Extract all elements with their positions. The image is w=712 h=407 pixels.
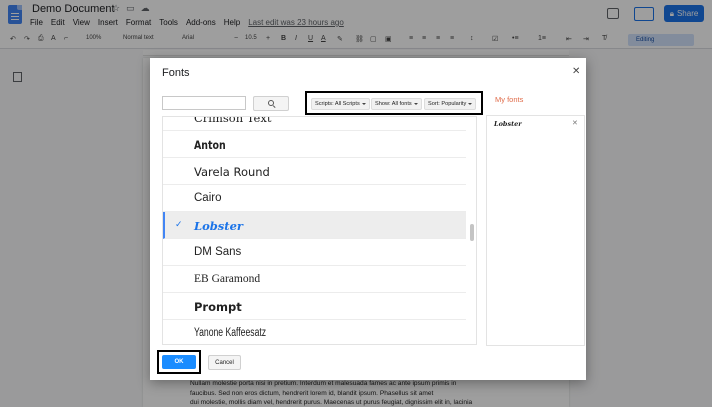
show-filter-label: Show: All fonts <box>375 101 412 107</box>
scripts-filter-label: Scripts: All Scripts <box>315 101 360 107</box>
font-name: Anton <box>194 138 226 152</box>
search-icon <box>267 100 274 106</box>
font-name: Lobster <box>194 219 243 233</box>
font-name: Yanone Kaffeesatz <box>194 327 267 339</box>
my-fonts-title: My fonts <box>495 95 524 104</box>
my-font-item[interactable]: Lobster <box>494 120 522 128</box>
font-row-eb-garamond[interactable]: EB Garamond <box>163 266 466 293</box>
font-name: EB Garamond <box>194 273 261 285</box>
scripts-filter-dropdown[interactable]: Scripts: All Scripts <box>311 98 370 110</box>
ok-highlight-box: OK <box>157 350 201 374</box>
font-name: DM Sans <box>194 246 242 258</box>
remove-font-icon[interactable]: ✕ <box>572 119 578 127</box>
chevron-down-icon <box>468 103 473 105</box>
dialog-title: Fonts <box>162 67 190 79</box>
cancel-button[interactable]: Cancel <box>208 355 241 370</box>
sort-filter-label: Sort: Popularity <box>428 101 467 107</box>
font-name: Crimson Text <box>194 116 272 125</box>
font-row-dm-sans[interactable]: DM Sans <box>163 239 466 266</box>
chevron-down-icon <box>361 103 366 105</box>
font-row-anton[interactable]: Anton <box>163 131 466 158</box>
my-fonts-panel: My fonts Lobster ✕ <box>486 86 585 346</box>
font-name: Varela Round <box>194 165 270 179</box>
font-row-cairo[interactable]: Cairo <box>163 185 466 212</box>
font-row-prompt[interactable]: Prompt <box>163 293 466 320</box>
sort-filter-dropdown[interactable]: Sort: Popularity <box>424 98 477 110</box>
chevron-down-icon <box>413 103 418 105</box>
search-button[interactable] <box>253 96 289 111</box>
filter-highlight-box: Scripts: All Scripts Show: All fonts Sor… <box>305 91 483 115</box>
font-name: Cairo <box>194 192 222 204</box>
show-filter-dropdown[interactable]: Show: All fonts <box>371 98 422 110</box>
font-row-yanone-kaffeesatz[interactable]: Yanone Kaffeesatz <box>163 320 466 344</box>
checkmark-icon: ✓ <box>175 219 183 229</box>
close-icon[interactable]: ✕ <box>572 66 580 77</box>
font-name: Prompt <box>194 300 242 314</box>
my-fonts-list: Lobster ✕ <box>486 115 585 346</box>
fonts-dialog: Fonts ✕ Scripts: All Scripts Show: All f… <box>150 58 586 380</box>
font-row-lobster[interactable]: ✓ Lobster <box>163 212 466 239</box>
font-list[interactable]: Crimson Text Anton Varela Round Cairo ✓ … <box>162 116 477 345</box>
font-list-scrollbar[interactable] <box>470 224 474 241</box>
font-row-crimson-text[interactable]: Crimson Text <box>163 116 466 131</box>
font-row-varela-round[interactable]: Varela Round <box>163 158 466 185</box>
ok-button[interactable]: OK <box>162 355 196 369</box>
font-search-input[interactable] <box>162 96 246 110</box>
